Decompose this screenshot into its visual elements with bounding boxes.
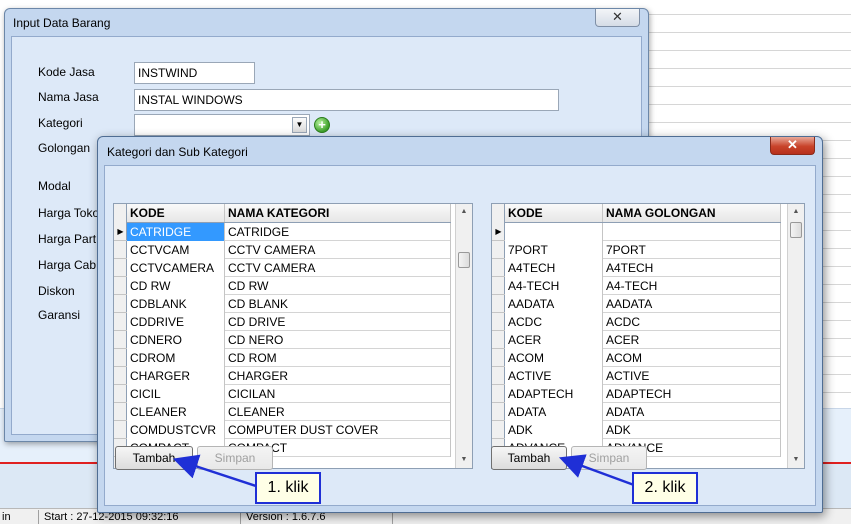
callout-2: 2. klik: [632, 472, 698, 504]
callout-1: 1. klik: [255, 472, 321, 504]
annotation-arrows: [172, 454, 635, 488]
arrow-2: [558, 454, 635, 487]
arrow-1: [172, 454, 257, 488]
